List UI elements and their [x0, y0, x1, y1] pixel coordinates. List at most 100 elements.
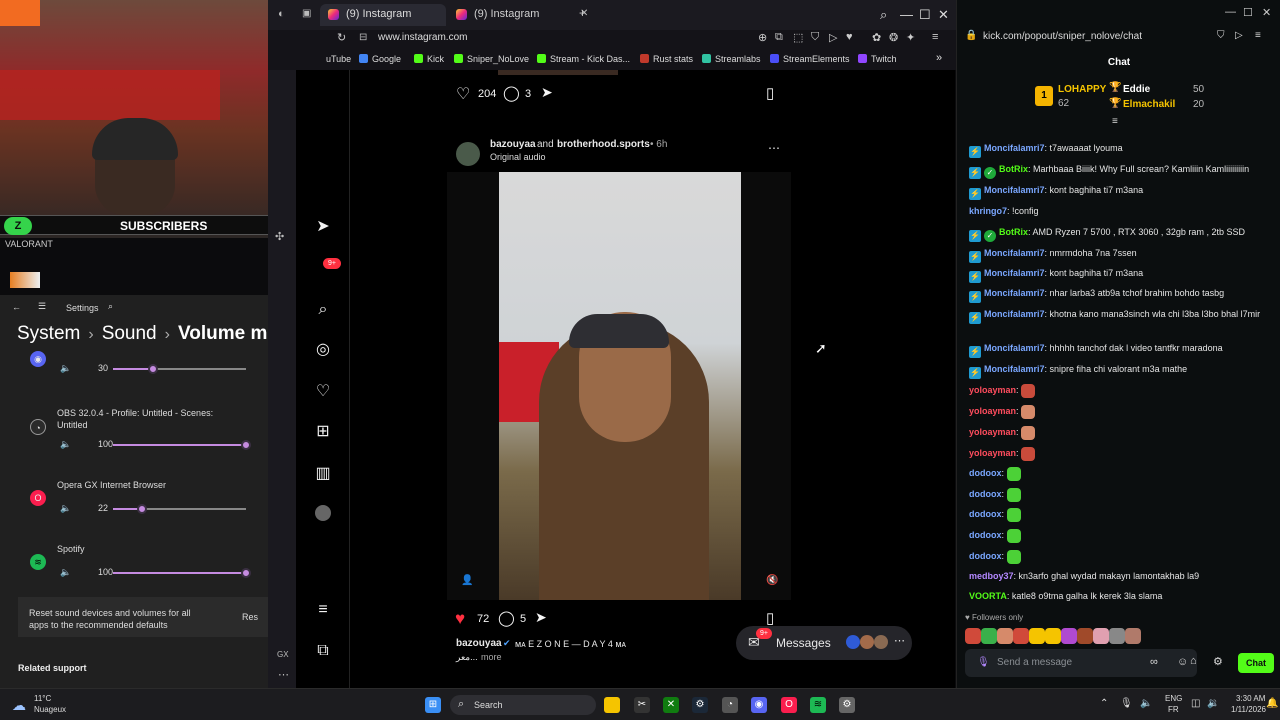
user-tag-icon[interactable]: 👤 [461, 575, 473, 586]
chat-message-input[interactable]: 🎙 Send a message ☺ [965, 649, 1197, 677]
bookmark-twitch[interactable]: Twitch [858, 54, 897, 64]
emote[interactable] [965, 628, 981, 644]
microphone-icon[interactable]: 🎙 [977, 657, 990, 668]
opera-gx-icon[interactable]: O [781, 697, 797, 713]
emote[interactable] [1109, 628, 1125, 644]
reload-icon[interactable]: ↻ [337, 31, 346, 44]
chat-username[interactable]: khringo7 [969, 206, 1007, 216]
chat-username[interactable]: Moncifalamri7 [984, 268, 1045, 278]
bookmark-icon[interactable]: ▯ [766, 609, 774, 627]
chat-send-button[interactable]: Chat [1238, 653, 1274, 673]
sidebar-toggle-icon[interactable]: ◐ [278, 8, 285, 20]
capcut-icon[interactable]: ✂ [634, 697, 650, 713]
share-icon[interactable]: ➤ [535, 609, 547, 626]
chat-username[interactable]: Moncifalamri7 [984, 364, 1045, 374]
dashboard-icon[interactable]: ▥ [313, 464, 333, 484]
messages-button[interactable]: ✉ 9+ Messages ⋯ [736, 626, 912, 660]
comment-icon[interactable]: ◯ [498, 609, 515, 627]
chat-username[interactable]: Moncifalamri7 [984, 288, 1045, 298]
emote[interactable] [1061, 628, 1077, 644]
taskbar-search[interactable]: ⌕ Search [450, 695, 596, 715]
chat-username[interactable]: Moncifalamri7 [984, 185, 1045, 195]
snapshot-icon[interactable]: ⧉ [775, 31, 783, 44]
minimize-icon[interactable]: — [1225, 6, 1236, 18]
leader-name[interactable]: Eddie [1123, 84, 1150, 95]
clock-date[interactable]: 1/11/2026 [1231, 705, 1266, 714]
minimize-icon[interactable]: — [900, 7, 913, 22]
chat-username[interactable]: yoloayman [969, 427, 1016, 437]
original-audio[interactable]: Original audio [490, 152, 546, 162]
volume-slider[interactable] [113, 440, 251, 450]
store-icon[interactable]: ⌂ [1190, 655, 1197, 667]
play-icon[interactable]: ▷ [829, 31, 837, 44]
volume-slider[interactable] [113, 504, 246, 514]
tab-instagram-2[interactable]: (9) Instagram [448, 4, 598, 26]
coauthor-name[interactable]: brotherhood.sports [557, 139, 650, 150]
play-icon[interactable]: ▷ [1235, 30, 1243, 41]
bookmark-sniper-nolove[interactable]: Sniper_NoLove [454, 54, 529, 64]
liked-heart-icon[interactable]: ♥ [455, 609, 465, 629]
new-tab-button[interactable]: + [579, 6, 586, 20]
chat-username[interactable]: yoloayman [969, 385, 1016, 395]
menu-icon[interactable]: ☰ [38, 301, 46, 312]
obs-icon[interactable]: ◔ [722, 697, 738, 713]
apps-icon[interactable]: ⧉ [313, 641, 333, 661]
bookmark-icon[interactable]: ▯ [766, 84, 774, 102]
steam-icon[interactable]: ⚙ [692, 697, 708, 713]
language-bottom[interactable]: FR [1168, 705, 1179, 714]
chevron-up-icon[interactable]: ⌃ [1100, 698, 1108, 709]
speaker-icon[interactable]: 🔈 [60, 439, 71, 450]
chat-username[interactable]: dodoox [969, 551, 1002, 561]
leader-name[interactable]: Elmachakil [1123, 99, 1175, 110]
zoom-icon[interactable]: ⊕ [758, 31, 767, 44]
more-icon[interactable]: ⋯ [894, 634, 905, 647]
more-icon[interactable]: ⋯ [278, 668, 289, 681]
leader-name[interactable]: LOHAPPY [1058, 84, 1106, 95]
slider-thumb[interactable] [241, 568, 251, 578]
discord-icon[interactable]: ◉ [751, 697, 767, 713]
comment-icon[interactable]: ◯ [503, 84, 520, 102]
notifications-heart-icon[interactable]: ♡ [313, 382, 333, 402]
bookmark-youtube[interactable]: uTube [326, 54, 351, 64]
chat-username[interactable]: dodoox [969, 468, 1002, 478]
chat-username[interactable]: dodoox [969, 489, 1002, 499]
notifications-bell-icon[interactable]: 🔔 [1266, 698, 1278, 709]
emote[interactable] [997, 628, 1013, 644]
profile-avatar[interactable] [315, 505, 331, 521]
caption-user[interactable]: bazouyaa [456, 638, 502, 649]
spotify-icon[interactable]: ≋ [810, 697, 826, 713]
ai-icon[interactable]: ✦ [906, 31, 915, 44]
chat-username[interactable]: medboy37 [969, 571, 1014, 581]
microphone-icon[interactable]: 🎙 [1120, 698, 1133, 709]
reset-button[interactable]: Res [242, 612, 258, 622]
crumb-sound[interactable]: Sound [102, 323, 157, 344]
close-icon[interactable]: ✕ [938, 7, 949, 23]
heart-icon[interactable]: ♥ [846, 31, 853, 43]
bookmark-stream-kick[interactable]: Stream - Kick Das... [537, 54, 630, 64]
file-explorer-icon[interactable] [604, 697, 620, 713]
emote[interactable] [1045, 628, 1061, 644]
author-name[interactable]: bazouyaa [490, 139, 536, 150]
crumb-system[interactable]: System [17, 323, 80, 344]
chat-username[interactable]: dodoox [969, 509, 1002, 519]
tab-instagram-1[interactable]: (9) Instagram [320, 4, 446, 26]
more-menu-icon[interactable]: ≡ [313, 600, 333, 620]
speaker-icon[interactable]: 🔈 [60, 503, 71, 514]
gx-icon[interactable]: GX [277, 650, 289, 659]
url-field[interactable]: www.instagram.com [378, 32, 467, 43]
search-icon[interactable]: ⌕ [880, 7, 887, 23]
chat-username[interactable]: Moncifalamri7 [984, 309, 1045, 319]
bookmark-google[interactable]: Google [359, 54, 401, 64]
menu-icon[interactable]: ≡ [1255, 30, 1261, 41]
volume-icon[interactable]: 🔉 [1207, 698, 1219, 709]
caption-more-link[interactable]: more [481, 652, 502, 662]
emote[interactable] [1013, 628, 1029, 644]
bookmark-streamlabs[interactable]: Streamlabs [702, 54, 761, 64]
mod-icon[interactable]: ❂ [889, 31, 898, 44]
emote[interactable] [1093, 628, 1109, 644]
like-heart-icon[interactable]: ♡ [456, 84, 470, 104]
shield-icon[interactable]: ⛉ [1217, 30, 1225, 41]
clock-time[interactable]: 3:30 AM [1236, 694, 1265, 703]
bookmark-streamelements[interactable]: StreamElements [770, 54, 850, 64]
shield-icon[interactable]: ⛉ [811, 31, 819, 44]
